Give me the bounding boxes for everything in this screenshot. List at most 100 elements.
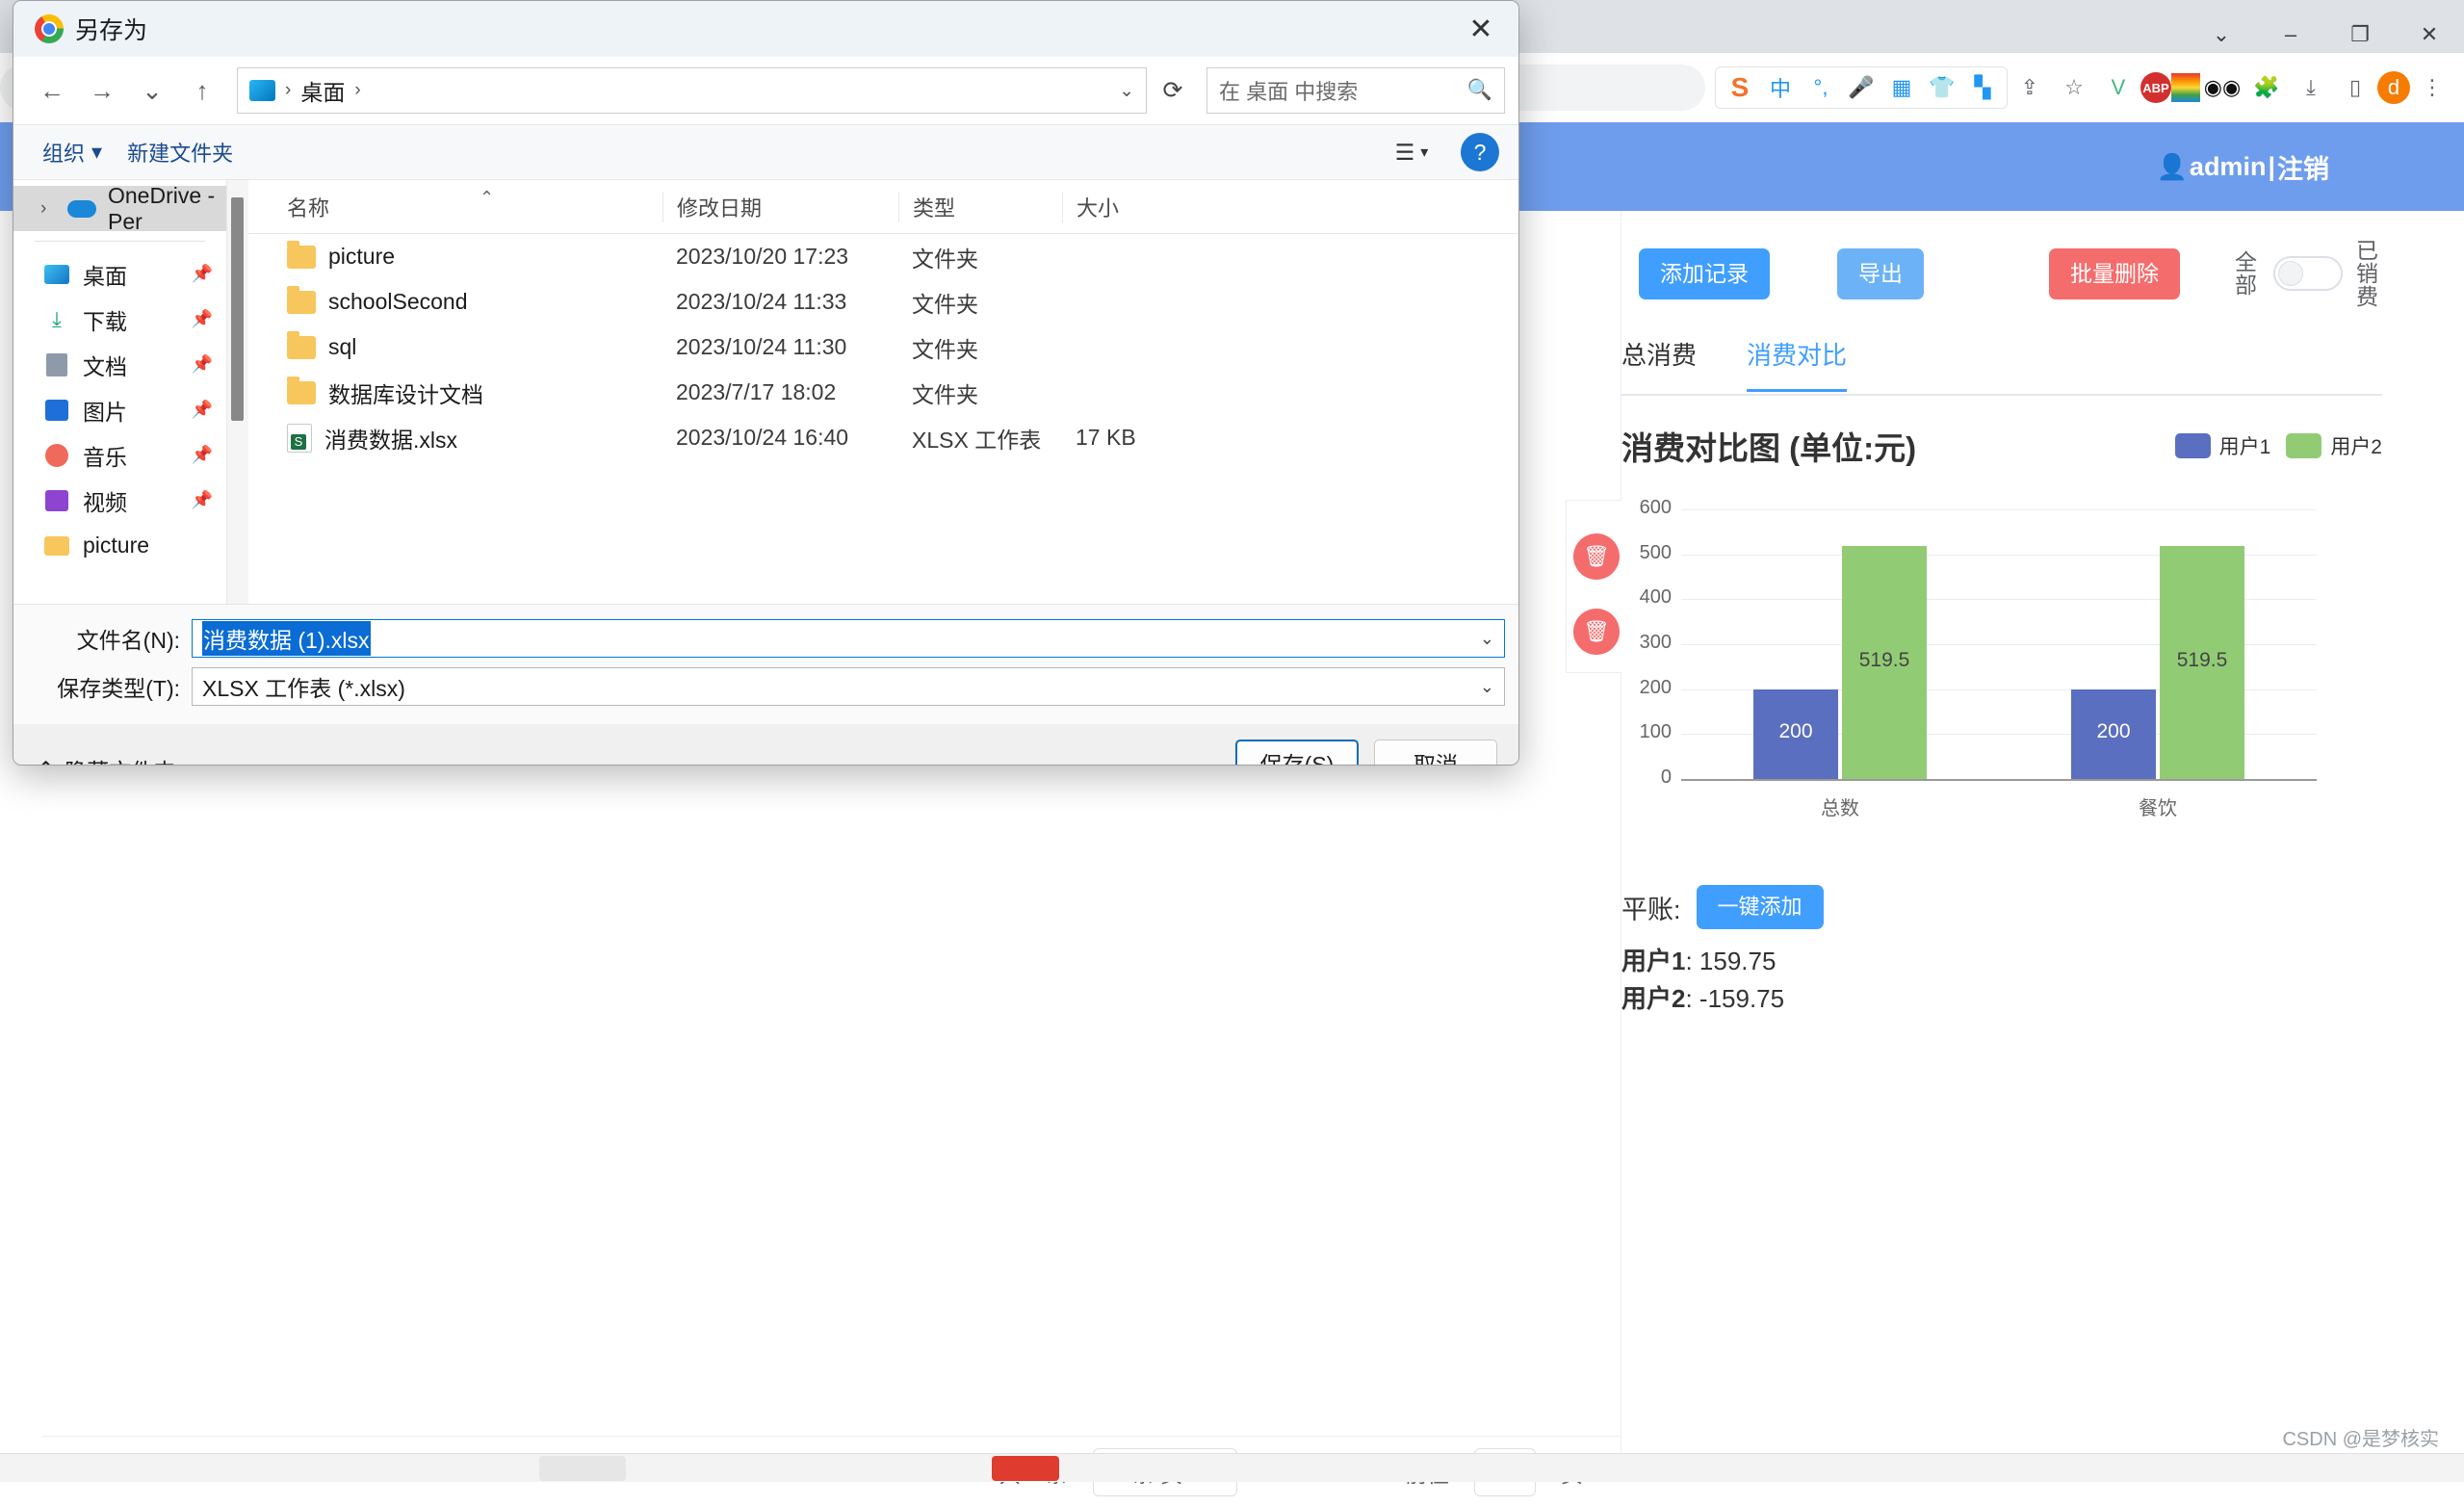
adblock-icon[interactable]: ABP [2140, 72, 2171, 103]
logout-link[interactable]: 注销 [2277, 148, 2329, 186]
chevron-down-icon[interactable]: ⌄ [1480, 677, 1494, 697]
file-row[interactable]: picture 2023/10/20 17:23 文件夹 [248, 234, 1518, 279]
chart-bar[interactable]: 519.5 [1842, 545, 1927, 779]
search-icon[interactable]: 🔍 [1467, 79, 1492, 102]
sidebar-item-4[interactable]: 图片 📌 [13, 387, 226, 432]
microphone-icon[interactable]: 🎤 [1841, 65, 1881, 110]
chart-bar[interactable]: 200 [1753, 688, 1838, 779]
help-button[interactable]: ? [1461, 133, 1499, 171]
maximize-button[interactable]: ❐ [2325, 22, 2395, 47]
refresh-icon[interactable]: ⟳ [1147, 67, 1199, 114]
organize-menu[interactable]: 组织 ▾ [42, 137, 127, 168]
sogou-logo-icon[interactable]: S [1720, 65, 1760, 110]
vue-devtools-icon[interactable]: V [2096, 65, 2140, 110]
sidebar-item-7[interactable]: picture [13, 523, 226, 568]
clothes-icon[interactable]: 👕 [1922, 65, 1962, 110]
chevron-down-icon[interactable]: ⌄ [1480, 629, 1494, 649]
breadcrumb-path[interactable]: 桌面 [300, 74, 345, 107]
export-button[interactable]: 导出 [1837, 247, 1924, 299]
y-axis-tick-label: 500 [1639, 541, 1672, 563]
legend-item-user2[interactable]: 用户2 [2286, 431, 2382, 460]
punctuation-icon[interactable]: °, [1801, 65, 1841, 110]
chevron-down-icon[interactable]: ⌄ [1119, 80, 1134, 102]
dialog-address-bar[interactable]: › 桌面 › ⌄ [237, 67, 1147, 114]
dialog-sidebar: › OneDrive - Per 桌面 📌 ⤓ 下载 📌 文档 📌 图片 📌 音乐 📌 视频 📌 pictur… [13, 180, 227, 604]
column-header-name[interactable]: 名称 [248, 192, 662, 222]
pin-icon[interactable]: 📌 [192, 309, 213, 329]
dialog-search-box[interactable]: 在 桌面 中搜索 🔍 [1206, 67, 1505, 114]
chart-bar[interactable]: 200 [2071, 688, 2156, 779]
consumed-filter-toggle[interactable]: 全部 已销费 [2235, 239, 2381, 309]
scrollbar-thumb[interactable] [231, 197, 244, 421]
sidebar-scrollbar[interactable] [227, 180, 248, 604]
pin-icon[interactable]: 📌 [192, 354, 213, 375]
bookmark-star-icon[interactable]: ☆ [2052, 65, 2096, 110]
chart-bar[interactable]: 519.5 [2160, 545, 2244, 779]
extensions-puzzle-icon[interactable]: 🧩 [2244, 65, 2289, 110]
column-header-date[interactable]: 修改日期 [662, 191, 898, 222]
taskbar-item[interactable] [992, 1456, 1059, 1481]
delete-row-button[interactable]: 🗑 [1573, 533, 1620, 580]
delete-row-button[interactable]: 🗑 [1573, 609, 1620, 655]
chinese-input-icon[interactable]: 中 [1760, 65, 1801, 110]
sogou-input-toolbar[interactable]: S 中 °, 🎤 ▦ 👕 ▚ [1715, 66, 2008, 109]
sidebar-item-6[interactable]: 视频 📌 [13, 478, 226, 523]
column-header-type[interactable]: 类型 [898, 191, 1062, 222]
apps-grid-icon[interactable]: ▚ [1962, 65, 2003, 110]
file-row[interactable]: 消费数据.xlsx 2023/10/24 16:40 XLSX 工作表 17 KB [248, 415, 1518, 460]
pin-icon[interactable]: 📌 [192, 490, 213, 510]
file-row[interactable]: sql 2023/10/24 11:30 文件夹 [248, 325, 1518, 370]
one-click-add-button[interactable]: 一键添加 [1696, 885, 1824, 929]
sidebar-item-label: 音乐 [83, 444, 127, 470]
expand-chevron-icon[interactable]: › [40, 198, 46, 220]
color-palette-icon[interactable] [2171, 73, 2200, 102]
tab-total-consumption[interactable]: 总消费 [1621, 336, 1697, 389]
savetype-select[interactable]: XLSX 工作表 (*.xlsx) ⌄ [192, 667, 1505, 706]
filename-input[interactable]: 消费数据 (1).xlsx ⌄ [192, 619, 1505, 658]
folder-icon [287, 376, 316, 404]
add-record-button[interactable]: 添加记录 [1639, 247, 1770, 299]
sidebar-item-0[interactable]: › OneDrive - Per [13, 183, 226, 234]
sidebar-item-3[interactable]: 文档 📌 [13, 342, 226, 387]
sidebar-item-2[interactable]: ⤓ 下载 📌 [13, 297, 226, 342]
minimize-button[interactable]: – [2256, 22, 2325, 47]
keyboard-icon[interactable]: ▦ [1881, 65, 1922, 110]
hide-folders-toggle[interactable]: ⌃ 隐藏文件夹 [37, 753, 175, 766]
save-button[interactable]: 保存(S) [1235, 740, 1359, 765]
balance-colon: : [1685, 947, 1699, 975]
download-icon[interactable]: ⤓ [2289, 65, 2333, 110]
batch-delete-button[interactable]: 批量删除 [2049, 247, 2180, 299]
tab-consumption-comparison[interactable]: 消费对比 [1747, 336, 1848, 392]
close-window-button[interactable]: ✕ [2395, 22, 2464, 47]
share-icon[interactable]: ⇪ [2008, 65, 2052, 110]
save-as-dialog[interactable]: 另存为 ✕ ← → ⌄ ↑ › 桌面 › ⌄ ⟳ 在 桌面 中搜索 🔍 组织 ▾… [13, 0, 1519, 766]
recent-locations-button[interactable]: ⌄ [127, 65, 177, 116]
pin-icon[interactable]: 📌 [192, 445, 213, 465]
profile-avatar-icon[interactable]: d [2377, 71, 2410, 104]
cancel-button[interactable]: 取消 [1374, 740, 1497, 765]
column-header-size[interactable]: 大小 [1062, 191, 1206, 222]
back-button[interactable]: ← [27, 65, 77, 116]
search-input[interactable]: 在 桌面 中搜索 [1219, 75, 1358, 106]
file-name-cell: 消费数据.xlsx [248, 422, 662, 454]
forward-button[interactable]: → [77, 65, 127, 116]
file-row[interactable]: schoolSecond 2023/10/24 11:33 文件夹 [248, 279, 1518, 325]
up-button[interactable]: ↑ [177, 65, 227, 116]
new-folder-button[interactable]: 新建文件夹 [127, 137, 258, 168]
balance-line-user2: 用户2: -159.75 [1621, 980, 1784, 1018]
tab-search-icon[interactable]: ⌄ [2187, 22, 2256, 47]
dialog-close-button[interactable]: ✕ [1443, 1, 1518, 57]
legend-item-user1[interactable]: 用户1 [2174, 431, 2270, 460]
pin-icon[interactable]: 📌 [192, 264, 213, 284]
user-info[interactable]: 👤 admin | 注销 [2157, 148, 2329, 186]
reading-list-icon[interactable]: ▯ [2333, 65, 2377, 110]
glasses-icon[interactable]: ◉◉ [2200, 65, 2244, 110]
taskbar-item[interactable] [539, 1456, 626, 1481]
sidebar-item-1[interactable]: 桌面 📌 [13, 251, 226, 297]
pin-icon[interactable]: 📌 [192, 400, 213, 420]
list-view-icon[interactable]: ☰ ▾ [1378, 130, 1445, 174]
sidebar-item-5[interactable]: 音乐 📌 [13, 432, 226, 478]
toggle-switch[interactable] [2273, 256, 2343, 291]
chrome-menu-icon[interactable]: ⋮ [2410, 65, 2454, 110]
file-row[interactable]: 数据库设计文档 2023/7/17 18:02 文件夹 [248, 370, 1518, 415]
